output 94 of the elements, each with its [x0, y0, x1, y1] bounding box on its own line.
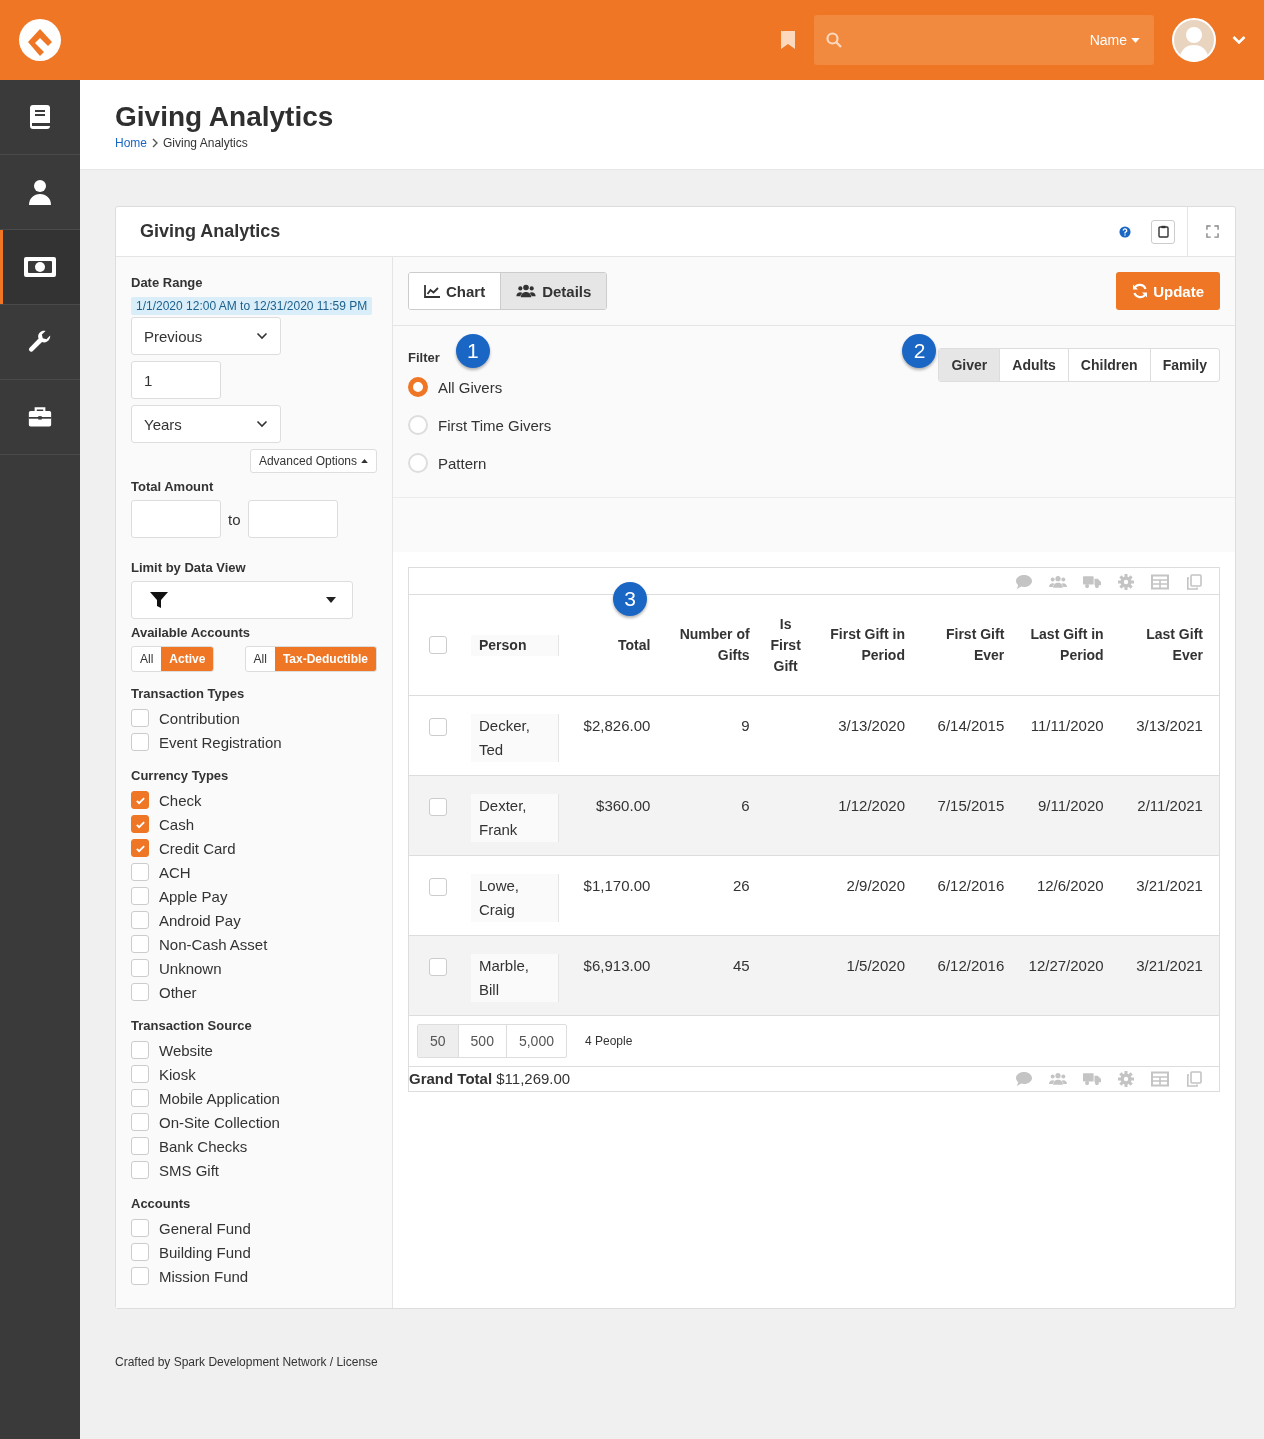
table-cell-text: 2/11/2021 — [1137, 796, 1203, 816]
table-cell-text: 1/12/2020 — [838, 796, 905, 816]
checkbox-label: General Fund — [159, 1219, 251, 1237]
checkbox-label: ACH — [159, 863, 191, 881]
filter-label: Filter — [408, 349, 440, 365]
view-tab[interactable]: Chart — [409, 273, 501, 309]
breadcrumb-current: Giving Analytics — [163, 136, 248, 150]
range-separator: to — [228, 510, 241, 528]
table-cell-text: 3/13/2020 — [838, 716, 905, 736]
table-cell-text: $6,913.00 — [583, 956, 651, 976]
field-label: Transaction Source — [131, 1018, 253, 1033]
table-cell-text: 6/12/2016 — [937, 956, 1005, 976]
footer-text: Crafted by Spark Development Network / License — [115, 1355, 379, 1369]
checkbox-label: Cash — [159, 815, 195, 833]
table-cell-text: 12/27/2020 — [1028, 956, 1104, 976]
checkbox-label: Unknown — [159, 959, 222, 977]
checkbox-label: Website — [159, 1041, 213, 1059]
toggle-option[interactable]: All — [132, 647, 162, 671]
field-label: Accounts — [131, 1196, 192, 1211]
checkbox-label: On-Site Collection — [159, 1113, 280, 1131]
period-dropdown[interactable]: Previous — [131, 317, 281, 355]
table-cell-text: 12/6/2020 — [1036, 876, 1104, 896]
unit-dropdown[interactable]: Years — [131, 405, 281, 443]
table-cell-text: Dexter, Frank — [479, 796, 528, 840]
table-cell-text: 3/21/2021 — [1136, 876, 1203, 896]
field-label: Limit by Data View — [131, 560, 247, 575]
table-cell-text: 26 — [732, 876, 750, 896]
table-cell-text: Decker, Ted — [479, 716, 531, 760]
table-cell-text: 9 — [741, 716, 750, 736]
step-marker: 1 — [455, 334, 490, 368]
field-label: Total Amount — [131, 479, 215, 494]
table-cell-text: 45 — [732, 956, 750, 976]
radio-label: First Time Givers — [438, 416, 552, 434]
field-label: Date Range — [131, 275, 204, 290]
table-cell-text: 7/15/2015 — [937, 796, 1005, 816]
table-cell-text: 6 — [741, 796, 750, 816]
radio-label: Pattern — [438, 454, 487, 472]
column-header[interactable]: Last Gift Ever — [1119, 624, 1203, 666]
checkbox-label: Check — [159, 791, 202, 809]
group-by-option[interactable]: Adults — [999, 349, 1068, 381]
checkbox-label: Bank Checks — [159, 1137, 248, 1155]
table-cell-text: $1,170.00 — [583, 876, 651, 896]
radio-label: All Givers — [438, 378, 503, 396]
checkbox-label: Event Registration — [159, 733, 282, 751]
column-header[interactable]: First Gift in Period — [821, 624, 905, 666]
table-cell-text: 11/11/2020 — [1030, 716, 1104, 736]
column-header[interactable]: Is First Gift — [765, 613, 806, 677]
field-label: Currency Types — [131, 768, 230, 783]
field-label: Available Accounts — [131, 625, 251, 640]
table-cell-text: 3/13/2021 — [1136, 716, 1203, 736]
page-title: Giving Analytics — [115, 100, 335, 134]
toggle-option[interactable]: All — [245, 647, 275, 671]
table-cell-text: 1/5/2020 — [846, 956, 905, 976]
checkbox-label: Non-Cash Asset — [159, 935, 268, 953]
table-cell-text: 3/21/2021 — [1136, 956, 1203, 976]
grand-total: Grand Total $11,269.00 — [409, 1070, 571, 1087]
step-marker: 3 — [613, 582, 647, 616]
checkbox-label: Mission Fund — [159, 1267, 249, 1285]
checkbox-label: Kiosk — [159, 1065, 196, 1083]
panel-title: Giving Analytics — [140, 221, 282, 242]
table-cell-text: 6/14/2015 — [937, 716, 1005, 736]
table-cell-text: Lowe, Craig — [479, 876, 521, 920]
column-header[interactable]: First Gift Ever — [921, 624, 1005, 666]
breadcrumb-link[interactable]: Home — [115, 136, 147, 150]
field-label: Transaction Types — [131, 686, 246, 701]
checkbox-label: Apple Pay — [159, 887, 228, 905]
page-size-option[interactable]: 5,000 — [505, 1025, 566, 1057]
table-cell-text: 6/12/2016 — [937, 876, 1005, 896]
checkbox-label: SMS Gift — [159, 1161, 219, 1179]
advanced-options-button[interactable]: Advanced Options — [249, 449, 377, 473]
table-cell-text: $2,826.00 — [583, 716, 651, 736]
checkbox-label: Android Pay — [159, 911, 241, 929]
page-size-option[interactable]: 50 — [418, 1025, 458, 1057]
table-cell-text: $360.00 — [596, 796, 651, 816]
view-tab[interactable]: Details — [500, 273, 607, 309]
column-header[interactable]: Last Gift in Period — [1020, 624, 1104, 666]
group-by-option[interactable]: Children — [1067, 349, 1150, 381]
table-cell-text: 9/11/2020 — [1038, 796, 1104, 816]
group-by-option[interactable]: Family — [1149, 349, 1219, 381]
checkbox-label: Other — [159, 983, 197, 1001]
column-header[interactable]: Total — [617, 634, 651, 656]
number-field[interactable]: 1 — [131, 361, 221, 399]
checkbox-label: Mobile Application — [159, 1089, 280, 1107]
checkbox-label: Contribution — [159, 709, 240, 727]
table-cell-text: 2/9/2020 — [846, 876, 905, 896]
group-by-option[interactable]: Giver — [939, 349, 1000, 381]
table-cell-text: Marble, Bill — [479, 956, 531, 1000]
result-count: 4 People — [585, 1034, 633, 1048]
checkbox-label: Credit Card — [159, 839, 236, 857]
page-size-option[interactable]: 500 — [457, 1025, 506, 1057]
checkbox-label: Building Fund — [159, 1243, 251, 1261]
step-marker: 2 — [902, 334, 937, 368]
column-header[interactable]: Number of Gifts — [666, 624, 750, 666]
date-range-summary: 1/1/2020 12:00 AM to 12/31/2020 11:59 PM — [131, 297, 373, 315]
